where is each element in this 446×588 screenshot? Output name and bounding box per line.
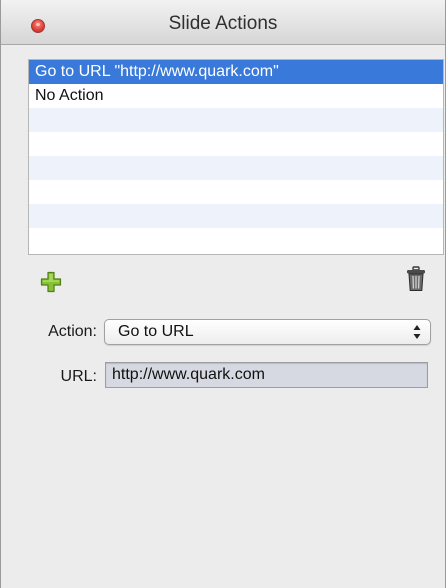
plus-icon: [40, 271, 62, 293]
list-item-empty: [29, 132, 443, 156]
list-item-empty: [29, 156, 443, 180]
url-field[interactable]: [105, 362, 428, 388]
url-label: URL:: [60, 368, 97, 385]
action-label: Action:: [48, 323, 97, 340]
list-item-empty: [29, 108, 443, 132]
list-item-action-1[interactable]: Go to URL "http://www.quark.com": [29, 60, 443, 84]
list-item-empty: [29, 204, 443, 228]
action-select[interactable]: Go to URL: [104, 319, 431, 345]
trash-icon: [407, 266, 425, 291]
title-bar[interactable]: Slide Actions: [1, 0, 445, 45]
slide-actions-window: Slide Actions Go to URL "http://www.quar…: [0, 0, 446, 588]
window-title: Slide Actions: [168, 13, 278, 34]
list-item-empty: [29, 228, 443, 252]
delete-action-button[interactable]: [406, 266, 426, 292]
list-item-action-2[interactable]: No Action: [29, 84, 443, 108]
list-item-empty: [29, 180, 443, 204]
add-action-button[interactable]: [40, 271, 62, 293]
action-select-value: Go to URL: [118, 323, 194, 340]
up-down-arrows-icon: [413, 325, 421, 339]
action-list[interactable]: Go to URL "http://www.quark.com" No Acti…: [28, 59, 444, 255]
